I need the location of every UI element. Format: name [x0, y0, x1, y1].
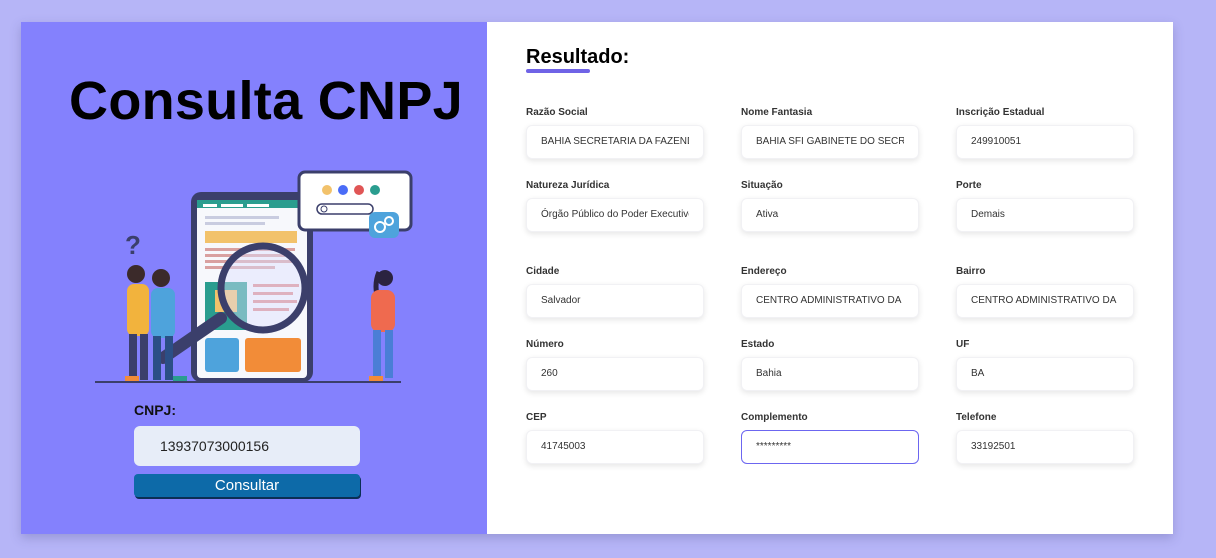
- razao-social-input[interactable]: [526, 125, 704, 159]
- cep-input[interactable]: [526, 430, 704, 464]
- field-cidade: Cidade: [526, 265, 704, 318]
- field-label: UF: [956, 339, 970, 350]
- field-telefone: Telefone: [956, 411, 1134, 464]
- bairro-input[interactable]: [956, 284, 1134, 318]
- inscricao-estadual-input[interactable]: [956, 125, 1134, 159]
- title-underline: [526, 69, 590, 73]
- telefone-input[interactable]: [956, 430, 1134, 464]
- field-endereco: Endereço: [741, 265, 919, 318]
- estado-input[interactable]: [741, 357, 919, 391]
- cnpj-input[interactable]: [134, 426, 360, 466]
- field-label: Endereço: [741, 266, 787, 277]
- field-label: Número: [526, 339, 564, 350]
- field-inscricao-estadual: Inscrição Estadual: [956, 106, 1134, 159]
- field-estado: Estado: [741, 338, 919, 391]
- result-panel: Resultado: Razão Social Nome Fantasia In…: [487, 22, 1173, 534]
- field-label: Natureza Jurídica: [526, 180, 610, 191]
- app-title: Consulta CNPJ: [69, 71, 463, 131]
- field-uf: UF: [956, 338, 1134, 391]
- field-nome-fantasia: Nome Fantasia: [741, 106, 919, 159]
- uf-input[interactable]: [956, 357, 1134, 391]
- field-label: Porte: [956, 180, 982, 191]
- field-porte: Porte: [956, 179, 1134, 232]
- numero-input[interactable]: [526, 357, 704, 391]
- field-cep: CEP: [526, 411, 704, 464]
- endereco-input[interactable]: [741, 284, 919, 318]
- svg-text:?: ?: [125, 230, 141, 260]
- field-label: Estado: [741, 339, 775, 350]
- cidade-input[interactable]: [526, 284, 704, 318]
- main-card: Consulta CNPJ ? CNPJ: 13937073000156 Con…: [21, 22, 1173, 534]
- field-label: Inscrição Estadual: [956, 107, 1045, 118]
- complemento-input[interactable]: [741, 430, 919, 464]
- field-razao-social: Razão Social: [526, 106, 704, 159]
- field-label: Situação: [741, 180, 783, 191]
- porte-input[interactable]: [956, 198, 1134, 232]
- search-panel: Consulta CNPJ ? CNPJ: 13937073000156 Con…: [21, 22, 487, 534]
- consult-button[interactable]: Consultar: [134, 474, 360, 497]
- cnpj-label: CNPJ:: [134, 402, 177, 418]
- field-complemento: Complemento: [741, 411, 919, 464]
- field-label: Nome Fantasia: [741, 107, 813, 118]
- field-natureza-juridica: Natureza Jurídica: [526, 179, 704, 232]
- result-title: Resultado:: [526, 46, 630, 68]
- field-bairro: Bairro: [956, 265, 1134, 318]
- nome-fantasia-input[interactable]: [741, 125, 919, 159]
- field-label: Bairro: [956, 266, 986, 277]
- search-illustration: ?: [95, 170, 413, 383]
- field-label: Complemento: [741, 412, 808, 423]
- field-label: Cidade: [526, 266, 560, 277]
- field-numero: Número: [526, 338, 704, 391]
- situacao-input[interactable]: [741, 198, 919, 232]
- field-situacao: Situação: [741, 179, 919, 232]
- field-label: Razão Social: [526, 107, 588, 118]
- field-label: CEP: [526, 412, 547, 423]
- field-label: Telefone: [956, 412, 997, 423]
- natureza-juridica-input[interactable]: [526, 198, 704, 232]
